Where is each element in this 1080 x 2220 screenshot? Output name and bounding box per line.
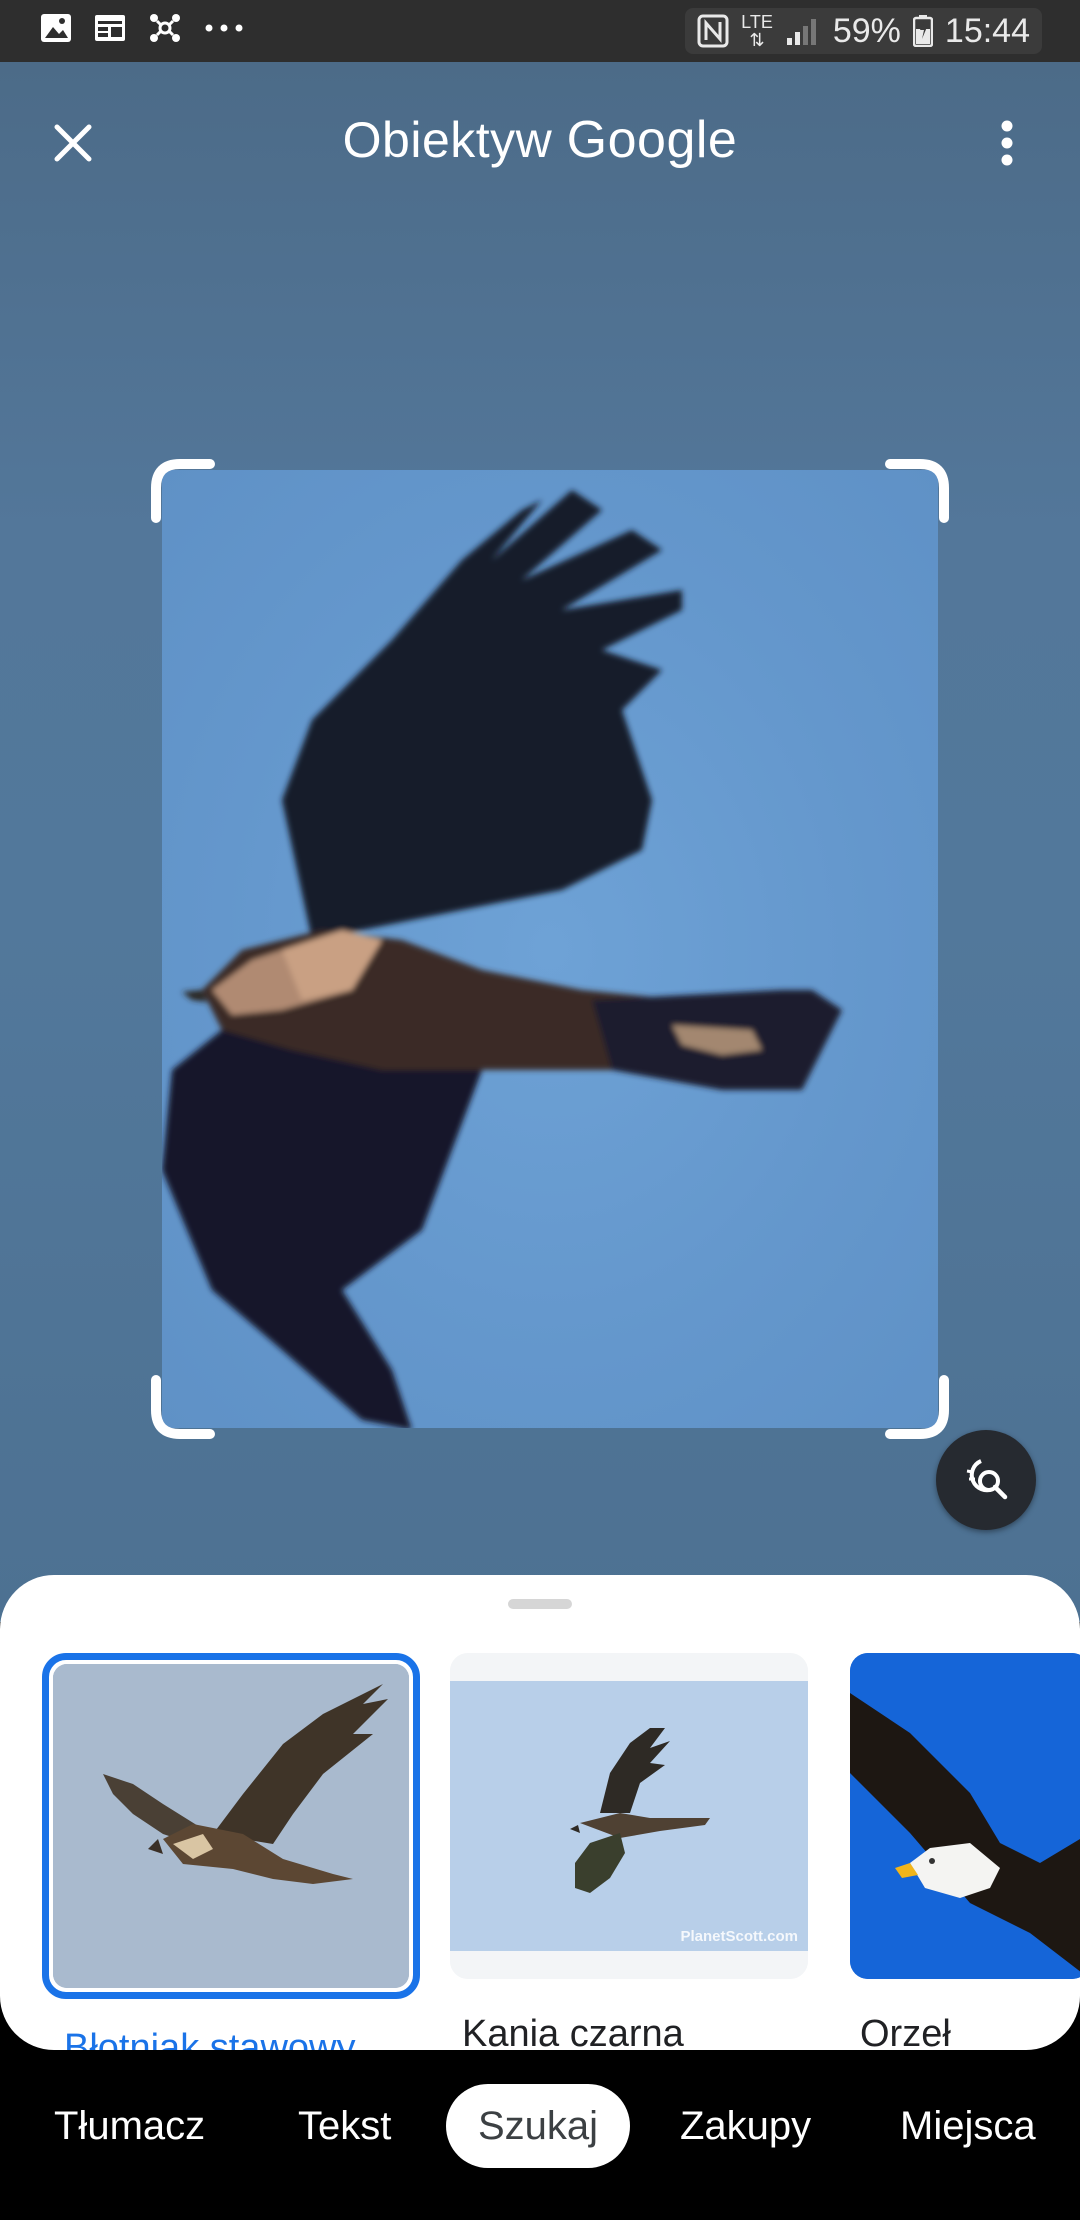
result-thumbnail: PlanetScott.com xyxy=(450,1653,808,1979)
result-thumbnail xyxy=(850,1653,1080,1979)
result-thumbnail-frame xyxy=(42,1653,420,1999)
more-dots-icon xyxy=(205,24,243,32)
calendar-icon xyxy=(95,15,125,41)
image-icon xyxy=(41,14,71,42)
title-prefix: Obiektyw xyxy=(342,112,553,168)
google-logo-text: Google xyxy=(566,111,738,169)
search-image-icon xyxy=(966,1459,1008,1500)
image-search-button[interactable] xyxy=(936,1430,1036,1530)
result-label: Kania czarna xyxy=(462,2013,684,2050)
more-vert-icon xyxy=(1001,120,1013,166)
mode-bar: Tłumacz Tekst Szukaj Zakupy Miejsca xyxy=(0,2050,1080,2220)
status-bar: LTE ⇅ 59% 15:44 xyxy=(0,0,1080,62)
results-sheet[interactable]: Błotniak stawowy PlanetScott.com Kania c… xyxy=(0,1575,1080,2050)
result-label: Orzeł xyxy=(860,2013,951,2050)
mode-tab-shopping[interactable]: Zakupy xyxy=(680,2084,811,2168)
result-card[interactable]: PlanetScott.com Kania czarna xyxy=(450,1653,808,2050)
mode-tab-translate[interactable]: Tłumacz xyxy=(54,2084,205,2168)
clock: 15:44 xyxy=(944,11,1030,50)
battery-icon xyxy=(912,15,933,47)
app-header: Obiektyw Google xyxy=(0,62,1080,212)
result-card[interactable]: Błotniak stawowy xyxy=(42,1653,420,2050)
network-type: LTE ⇅ xyxy=(741,12,773,50)
result-label: Błotniak stawowy xyxy=(64,2027,356,2050)
eagle-thumbnail xyxy=(850,1653,1080,1979)
crop-frame[interactable] xyxy=(150,458,950,1440)
system-status: LTE ⇅ 59% 15:44 xyxy=(685,8,1042,54)
more-options-button[interactable] xyxy=(974,108,1040,178)
battery-percent: 59% xyxy=(832,11,901,50)
kite-thumbnail: PlanetScott.com xyxy=(450,1653,808,1979)
page-title: Obiektyw Google xyxy=(0,110,1080,170)
notification-icons xyxy=(40,12,244,44)
mode-tab-search[interactable]: Szukaj xyxy=(446,2084,631,2168)
mode-tab-places[interactable]: Miejsca xyxy=(900,2084,1036,2168)
result-card[interactable]: Orzeł xyxy=(850,1653,1080,2050)
sheet-drag-handle[interactable] xyxy=(508,1599,572,1609)
mode-tab-text[interactable]: Tekst xyxy=(298,2084,391,2168)
nfc-icon xyxy=(697,14,729,48)
result-thumbnail xyxy=(53,1664,409,1988)
signal-icon xyxy=(786,19,816,45)
nodes-icon xyxy=(150,14,180,42)
watermark-text: PlanetScott.com xyxy=(680,1928,798,1945)
harrier-thumbnail xyxy=(53,1664,409,1988)
